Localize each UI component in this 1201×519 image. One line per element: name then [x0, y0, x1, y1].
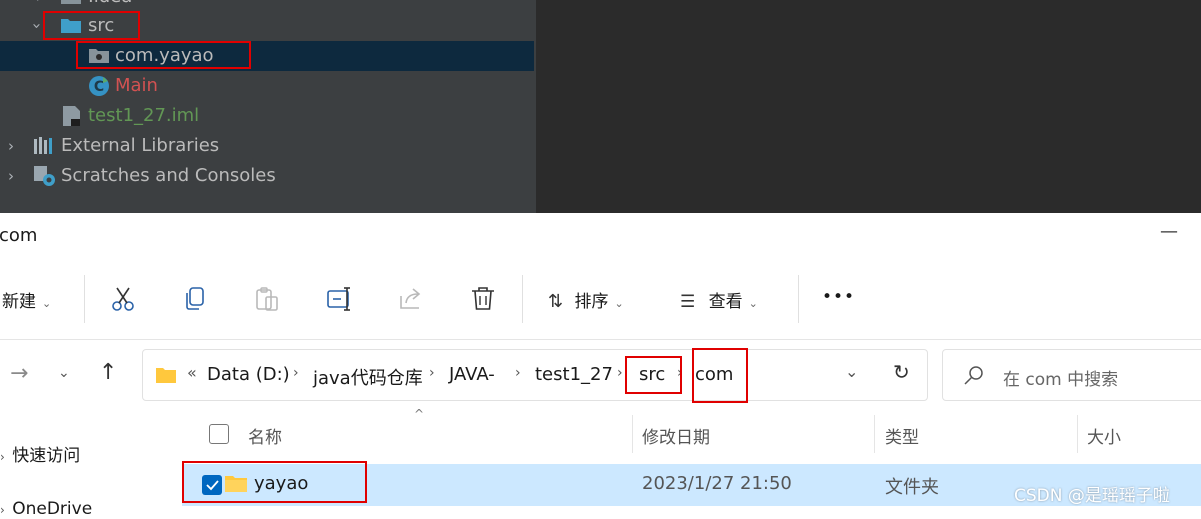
chevron-right-icon[interactable]: ›: [429, 365, 435, 381]
highlight-box-package: [76, 41, 251, 69]
tree-item-label: Scratches and Consoles: [61, 165, 276, 186]
sort-up-icon: ^: [414, 407, 425, 421]
new-button-label: 新建: [2, 292, 36, 312]
toolbar-border: [0, 339, 1201, 340]
chevron-down-icon: ⌄: [614, 297, 624, 310]
copy-icon[interactable]: [184, 286, 208, 312]
address-bar[interactable]: « Data (D:) › java代码仓库 › JAVA- › test1_2…: [142, 349, 928, 401]
scratches-icon: [34, 166, 55, 186]
column-divider[interactable]: [632, 415, 633, 453]
java-class-icon: C: [89, 76, 109, 96]
breadcrumb-test1-27[interactable]: test1_27: [535, 364, 613, 385]
chevron-right-icon[interactable]: ›: [515, 365, 521, 381]
library-icon: [34, 137, 52, 154]
highlight-box-src-crumb: [625, 356, 682, 394]
view-button[interactable]: ☰ 查看 ⌄: [680, 287, 758, 312]
chevron-right-icon[interactable]: ›: [8, 164, 14, 188]
ide-project-panel: › .idea › src com.yayao C Main: [0, 0, 1201, 213]
tree-item-label: External Libraries: [61, 135, 220, 156]
column-divider[interactable]: [874, 415, 875, 453]
nav-item-label: 快速访问: [12, 446, 81, 466]
file-type: 文件夹: [885, 477, 939, 498]
file-modified: 2023/1/27 21:50: [642, 473, 792, 494]
tree-item-label: .idea: [88, 0, 132, 9]
highlight-box-src: [43, 11, 140, 40]
up-arrow-icon[interactable]: ↑: [99, 360, 117, 385]
column-header-name[interactable]: 名称: [248, 423, 282, 448]
view-list-icon: ☰: [680, 292, 696, 312]
sort-button-label: 排序: [574, 292, 609, 312]
chevron-right-icon: ›: [0, 450, 5, 464]
chevron-right-icon[interactable]: ›: [36, 0, 42, 9]
nav-item-onedrive[interactable]: › OneDrive: [0, 499, 92, 519]
highlight-box-yayao: [182, 461, 367, 503]
breadcrumb-drive[interactable]: Data (D:): [207, 364, 290, 385]
breadcrumb-java-repo[interactable]: java代码仓库: [313, 364, 423, 390]
ide-editor-area: [536, 0, 1201, 213]
sort-button[interactable]: ⇅ 排序 ⌄: [548, 287, 624, 312]
breadcrumb-overflow-icon[interactable]: «: [187, 363, 197, 382]
tree-item-scratches[interactable]: › Scratches and Consoles: [0, 161, 534, 191]
command-toolbar: 新建 ⌄ ⇅ 排序 ⌄ ☰ 查看 ⌄ •••: [0, 257, 1201, 339]
column-header-modified[interactable]: 修改日期: [642, 423, 710, 448]
toolbar-divider: [522, 275, 523, 323]
tree-item-external-libraries[interactable]: › External Libraries: [0, 131, 534, 161]
nav-item-quick-access[interactable]: › 快速访问: [0, 441, 80, 466]
toolbar-divider: [798, 275, 799, 323]
refresh-icon[interactable]: ↻: [893, 360, 910, 384]
chevron-right-icon[interactable]: ›: [8, 134, 14, 158]
forward-arrow-icon[interactable]: →: [10, 361, 28, 386]
chevron-right-icon: ›: [0, 503, 5, 517]
search-icon: [964, 366, 983, 385]
column-header-size[interactable]: 大小: [1087, 423, 1121, 448]
rename-icon[interactable]: [326, 286, 354, 312]
breadcrumb-java[interactable]: JAVA-: [449, 364, 495, 385]
tree-item-label: test1_27.iml: [88, 105, 200, 126]
cut-icon[interactable]: [110, 286, 136, 312]
tree-item-main[interactable]: C Main: [0, 71, 534, 101]
file-explorer-window: com — 新建 ⌄ ⇅ 排序 ⌄ ☰ 查看 ⌄ ••• → ⌄ ↑ « Dat…: [0, 215, 1201, 519]
column-divider[interactable]: [1077, 415, 1078, 453]
title-bar: com —: [0, 215, 1201, 257]
chevron-down-icon: ⌄: [42, 297, 52, 310]
new-button[interactable]: 新建 ⌄: [2, 287, 51, 312]
chevron-right-icon[interactable]: ›: [293, 365, 299, 381]
search-box[interactable]: 在 com 中搜索: [942, 349, 1201, 401]
tree-item-label: Main: [115, 75, 158, 96]
column-header-type[interactable]: 类型: [885, 423, 919, 448]
watermark: CSDN @是瑶瑶子啦: [1014, 486, 1170, 506]
folder-icon: [61, 0, 81, 4]
sort-icon: ⇅: [548, 291, 564, 312]
delete-icon[interactable]: [470, 285, 496, 313]
module-file-icon: [63, 106, 80, 126]
recent-locations-chevron-icon[interactable]: ⌄: [58, 365, 70, 381]
svg-text:C: C: [94, 79, 104, 95]
highlight-box-com-crumb: [692, 348, 748, 403]
window-title: com: [0, 225, 38, 246]
view-button-label: 查看: [708, 292, 743, 312]
paste-icon: [256, 287, 278, 311]
folder-icon: [156, 368, 176, 383]
toolbar-divider: [84, 275, 85, 323]
chevron-down-icon: ⌄: [748, 297, 758, 310]
search-placeholder: 在 com 中搜索: [1003, 370, 1119, 390]
more-options-button[interactable]: •••: [822, 287, 855, 307]
select-all-checkbox[interactable]: [209, 424, 229, 444]
share-icon: [400, 288, 421, 309]
chevron-right-icon[interactable]: ›: [617, 365, 623, 381]
nav-item-label: OneDrive: [12, 499, 93, 519]
address-history-chevron-icon[interactable]: ⌄: [845, 362, 858, 381]
tree-item-iml[interactable]: test1_27.iml: [0, 101, 534, 131]
minimize-button[interactable]: —: [1160, 221, 1178, 242]
